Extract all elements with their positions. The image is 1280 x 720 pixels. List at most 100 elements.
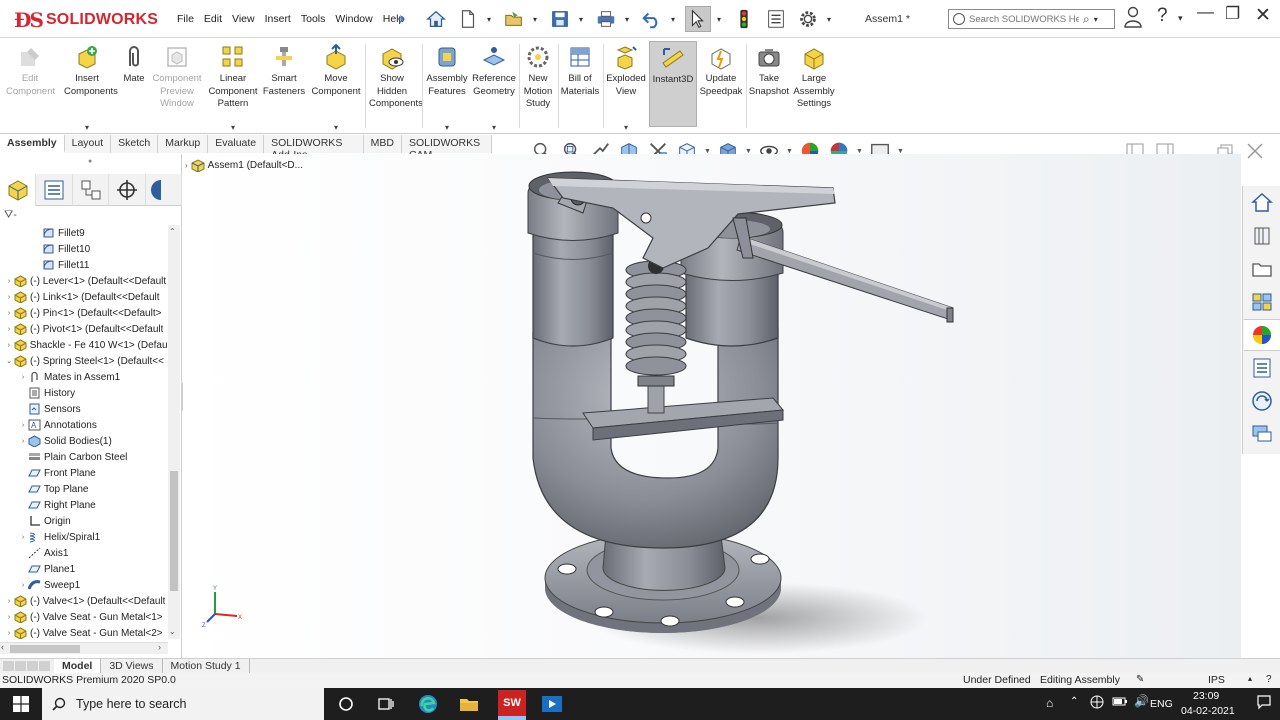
tree-node[interactable]: Plain Carbon Steel	[0, 449, 168, 465]
rebuild-status-icon[interactable]: ✎	[1136, 674, 1144, 685]
view-palette-icon[interactable]	[1244, 286, 1280, 318]
menu-edit[interactable]: Edit	[199, 13, 227, 25]
scroll-right-icon[interactable]: ›	[158, 642, 161, 652]
tree-node[interactable]: Right Plane	[0, 497, 168, 513]
menu-tools[interactable]: Tools	[296, 13, 331, 25]
smart-fasteners-button[interactable]: Smart Fasteners	[262, 44, 306, 98]
expand-arrow-icon[interactable]: ›	[18, 582, 28, 589]
tree-node[interactable]: › Sweep1	[0, 577, 168, 593]
chevron-down-icon[interactable]: ▾	[827, 15, 835, 24]
hscroll-thumb[interactable]	[10, 645, 80, 653]
chevron-down-icon[interactable]: ▾	[1094, 15, 1102, 24]
chevron-down-icon[interactable]: ▾	[1178, 13, 1183, 24]
tree-node[interactable]: › (-) Pivot<1> (Default<<Default	[0, 321, 168, 337]
show-hidden-components-button[interactable]: Show Hidden Components	[368, 44, 423, 111]
tree-node[interactable]: Origin	[0, 513, 168, 529]
tab-model[interactable]: Model	[54, 659, 102, 673]
chevron-down-icon[interactable]: ▾	[625, 15, 633, 24]
tree-node[interactable]: › Mates in Assem1	[0, 369, 168, 385]
chevron-down-icon[interactable]: ▾	[487, 15, 495, 24]
chevron-down-icon[interactable]: ▾	[334, 122, 338, 135]
menu-insert[interactable]: Insert	[260, 13, 296, 25]
scroll-left-icon[interactable]: ‹	[1, 642, 4, 652]
people-icon[interactable]: ⌂	[1046, 696, 1053, 710]
tree-node[interactable]: ⌄ (-) Spring Steel<1> (Default<<	[0, 353, 168, 369]
tab-sketch[interactable]: Sketch	[111, 135, 159, 153]
tab-solidworks-add-ins[interactable]: SOLIDWORKS Add-Ins	[264, 135, 364, 161]
prev-tab-icon[interactable]	[15, 661, 26, 671]
user-icon[interactable]	[1124, 6, 1142, 33]
tree-node[interactable]: › (-) Link<1> (Default<<Default	[0, 289, 168, 305]
take-snapshot-button[interactable]: Take Snapshot	[748, 44, 790, 98]
filter-icon[interactable]: ⛛‐	[4, 209, 17, 225]
save-icon[interactable]	[547, 6, 573, 32]
chevron-up-icon[interactable]: ▴	[1248, 674, 1252, 683]
expand-arrow-icon[interactable]: ›	[18, 374, 28, 381]
linear-component-pattern-button[interactable]: Linear Component Pattern ▾	[206, 44, 260, 132]
tab-markup[interactable]: Markup	[158, 135, 209, 153]
chevron-down-icon[interactable]: ▾	[533, 15, 541, 24]
language-indicator[interactable]: ENG	[1150, 698, 1173, 710]
edit-component-button[interactable]: Edit Component	[4, 44, 56, 98]
cortana-circle-icon[interactable]	[334, 692, 358, 716]
tree-node[interactable]: Front Plane	[0, 465, 168, 481]
expand-arrow-icon[interactable]: ›	[4, 278, 14, 285]
taskbar-search[interactable]: Type here to search	[42, 688, 324, 720]
safety-valve-assembly-model[interactable]	[503, 158, 963, 654]
large-assembly-settings-button[interactable]: Large Assembly Settings	[792, 44, 836, 111]
close-icon[interactable]: ✕	[1255, 4, 1271, 27]
notifications-icon[interactable]	[1256, 694, 1272, 713]
video-app-icon[interactable]	[540, 692, 564, 716]
insert-components-button[interactable]: Insert Components ▾	[62, 44, 118, 132]
expand-arrow-icon[interactable]: ›	[4, 630, 14, 637]
chevron-down-icon[interactable]: ▾	[231, 122, 235, 135]
file-explorer-icon[interactable]	[457, 692, 481, 716]
clock-time[interactable]: 23:09	[1193, 690, 1219, 702]
tab-assembly[interactable]: Assembly	[0, 135, 65, 153]
units-system[interactable]: IPS	[1208, 674, 1225, 686]
chevron-down-icon[interactable]: ▾	[671, 15, 679, 24]
tree-node[interactable]: › Helix/Spiral1	[0, 529, 168, 545]
tree-node[interactable]: Fillet11	[0, 257, 168, 273]
tab-3d-views[interactable]: 3D Views	[101, 659, 163, 673]
dimxpert-icon[interactable]	[109, 174, 146, 206]
edge-icon[interactable]	[416, 692, 440, 716]
speaker-icon[interactable]: 🔊	[1134, 694, 1149, 708]
tab-layout[interactable]: Layout	[64, 135, 112, 153]
property-manager-icon[interactable]	[36, 174, 73, 206]
chevron-down-icon[interactable]: ▾	[717, 15, 725, 24]
reference-geometry-button[interactable]: Reference Geometry ▾	[471, 44, 517, 132]
file-explorer-icon[interactable]	[1244, 253, 1280, 285]
open-icon[interactable]	[501, 6, 527, 32]
configuration-manager-icon[interactable]	[73, 174, 110, 206]
tree-node[interactable]: Fillet10	[0, 241, 168, 257]
menu-window[interactable]: Window	[330, 13, 377, 25]
battery-icon[interactable]	[1112, 695, 1128, 710]
tree-node[interactable]: Sensors	[0, 401, 168, 417]
component-preview-button[interactable]: Component Preview Window	[151, 44, 203, 111]
assembly-root-node[interactable]: › Assem1 (Default<D...	[185, 159, 303, 172]
chevron-up-icon[interactable]: ⌃	[1070, 696, 1078, 707]
menu-view[interactable]: View	[227, 13, 260, 25]
feedback-icon[interactable]	[1244, 418, 1280, 450]
help-search-box[interactable]: ⌕ ▾	[948, 9, 1115, 29]
expand-arrow-icon[interactable]: ›	[4, 326, 14, 333]
expand-arrow-icon[interactable]: ›	[18, 422, 28, 429]
tree-node[interactable]: › A Annotations	[0, 417, 168, 433]
scroll-down-icon[interactable]: ⌄	[169, 627, 176, 636]
pin-menu-icon[interactable]: ✈	[397, 13, 406, 26]
custom-properties-icon[interactable]	[1244, 352, 1280, 384]
magnifier-icon[interactable]: ⌕	[1083, 12, 1090, 27]
new-motion-study-button[interactable]: New Motion Study	[520, 44, 556, 111]
chevron-down-icon[interactable]: ▾	[579, 15, 587, 24]
tree-node[interactable]: › Solid Bodies(1)	[0, 433, 168, 449]
first-tab-icon[interactable]	[3, 661, 14, 671]
tree-node[interactable]: › (-) Valve Seat - Gun Metal<1>	[0, 609, 168, 625]
last-tab-icon[interactable]	[39, 661, 50, 671]
next-tab-icon[interactable]	[27, 661, 38, 671]
appearances-icon[interactable]	[1244, 319, 1280, 351]
expand-arrow-icon[interactable]: ›	[4, 614, 14, 621]
doc-close-icon[interactable]	[1246, 143, 1264, 159]
feature-manager-icon[interactable]	[0, 174, 37, 206]
help-icon[interactable]: ?	[1157, 5, 1168, 27]
